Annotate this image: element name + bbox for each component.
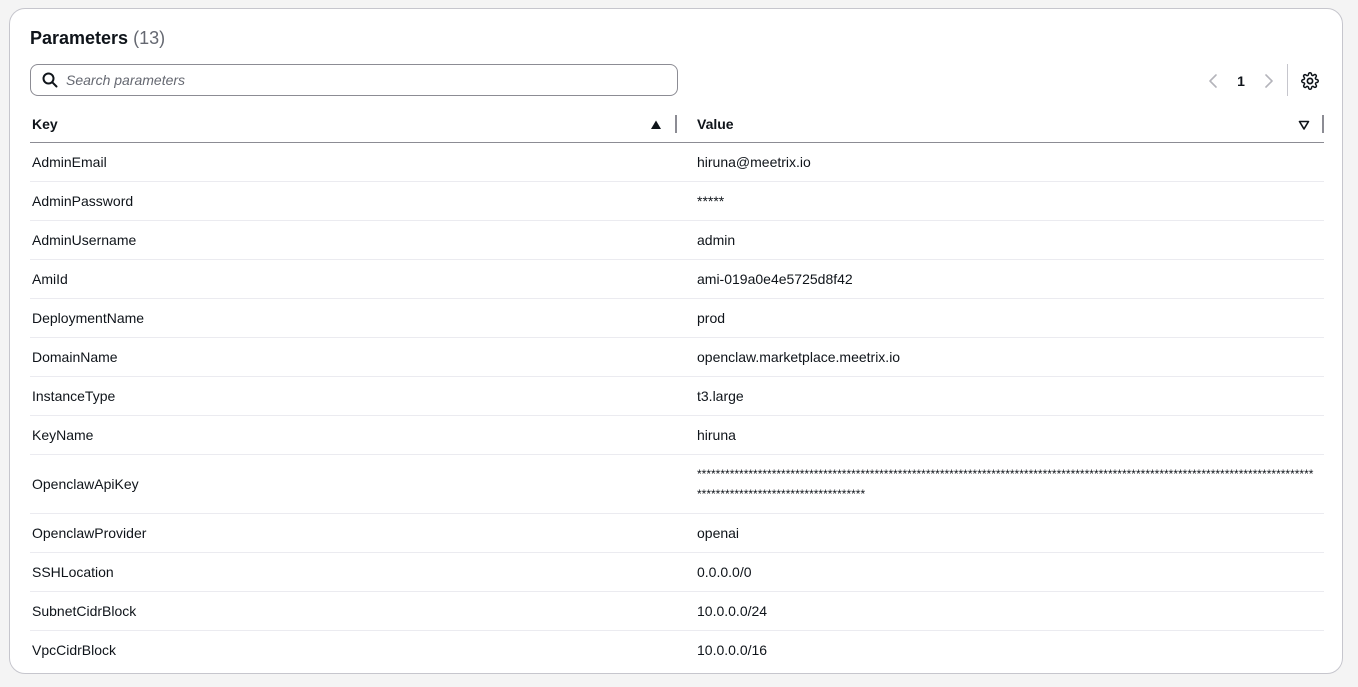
- table-row: SSHLocation 0.0.0.0/0: [30, 553, 1324, 592]
- panel-header: Parameters (13): [30, 27, 165, 49]
- param-key: InstanceType: [32, 388, 116, 404]
- panel-title: Parameters: [30, 28, 129, 48]
- table-row: DeploymentName prod: [30, 299, 1324, 338]
- caret-up-filled-icon[interactable]: [650, 118, 662, 130]
- chevron-right-icon[interactable]: [1260, 70, 1278, 92]
- table-row: OpenclawProvider openai: [30, 514, 1324, 553]
- param-value: 10.0.0.0/24: [697, 603, 768, 619]
- param-value: hiruna@meetrix.io: [697, 154, 811, 170]
- search-field[interactable]: [30, 64, 678, 96]
- table-row: AdminUsername admin: [30, 221, 1324, 260]
- param-value: 0.0.0.0/0: [697, 564, 752, 580]
- column-header-key[interactable]: Key: [32, 116, 58, 132]
- param-key: VpcCidrBlock: [32, 642, 117, 658]
- parameters-table: Key Value AdminEmail hiruna@meetrix.io A…: [30, 107, 1324, 669]
- caret-down-outline-icon[interactable]: [1298, 118, 1310, 130]
- column-resizer[interactable]: [675, 115, 677, 133]
- param-key: AdminPassword: [32, 193, 134, 209]
- param-value: hiruna: [697, 427, 736, 443]
- param-key: AdminUsername: [32, 232, 137, 248]
- param-value: t3.large: [697, 388, 744, 404]
- param-key: OpenclawApiKey: [32, 476, 139, 492]
- pagination: 1: [1204, 69, 1278, 93]
- param-key: SSHLocation: [32, 564, 114, 580]
- toolbar-divider: [1287, 64, 1288, 96]
- table-row: AmiId ami-019a0e4e5725d8f42: [30, 260, 1324, 299]
- table-row: SubnetCidrBlock 10.0.0.0/24: [30, 592, 1324, 631]
- table-row: DomainName openclaw.marketplace.meetrix.…: [30, 338, 1324, 377]
- table-row: AdminEmail hiruna@meetrix.io: [30, 143, 1324, 182]
- param-key: AmiId: [32, 271, 68, 287]
- table-row: AdminPassword *****: [30, 182, 1324, 221]
- page-number[interactable]: 1: [1222, 73, 1260, 89]
- parameters-panel: Parameters (13) 1: [9, 8, 1343, 674]
- param-value: admin: [697, 232, 736, 248]
- search-icon: [42, 72, 58, 88]
- param-key: OpenclawProvider: [32, 525, 147, 541]
- param-key: DomainName: [32, 349, 118, 365]
- param-value: openclaw.marketplace.meetrix.io: [697, 349, 901, 365]
- column-resizer[interactable]: [1322, 115, 1324, 133]
- table-header: Key Value: [30, 107, 1324, 143]
- column-header-value[interactable]: Value: [697, 116, 734, 132]
- param-value: ami-019a0e4e5725d8f42: [697, 271, 853, 287]
- param-value: ****************************************…: [697, 467, 1314, 501]
- param-value: *****: [697, 193, 725, 209]
- table-row: KeyName hiruna: [30, 416, 1324, 455]
- param-key: DeploymentName: [32, 310, 145, 326]
- param-value: 10.0.0.0/16: [697, 642, 768, 658]
- gear-icon[interactable]: [1300, 71, 1320, 91]
- search-input[interactable]: [66, 72, 677, 88]
- table-row: OpenclawApiKey *************************…: [30, 455, 1324, 514]
- param-value: prod: [697, 310, 726, 326]
- param-key: AdminEmail: [32, 154, 107, 170]
- param-key: SubnetCidrBlock: [32, 603, 137, 619]
- parameter-count: (13): [133, 28, 166, 48]
- table-row: VpcCidrBlock 10.0.0.0/16: [30, 631, 1324, 669]
- chevron-left-icon[interactable]: [1204, 70, 1222, 92]
- param-value: openai: [697, 525, 740, 541]
- param-key: KeyName: [32, 427, 94, 443]
- table-row: InstanceType t3.large: [30, 377, 1324, 416]
